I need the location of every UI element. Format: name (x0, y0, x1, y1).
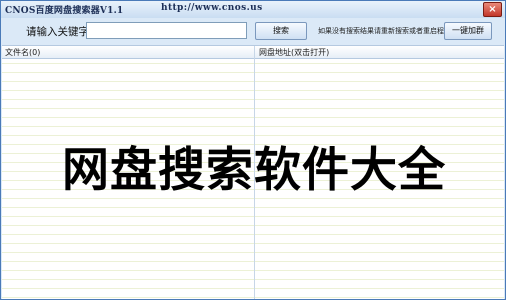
keyword-input[interactable] (86, 22, 247, 39)
overlay-caption: 网盘搜索软件大全 (62, 143, 446, 198)
column-header-filename[interactable]: 文件名(0) (5, 47, 40, 58)
close-button[interactable]: × (483, 2, 502, 17)
app-window: CNOS百度网盘搜索器V1.1 http://www.cnos.us × 请输入… (0, 0, 506, 300)
window-title: CNOS百度网盘搜索器V1.1 (5, 6, 124, 16)
hint-text: 如果没有搜索结果请重新搜索或者重启程序 (318, 27, 451, 35)
keyword-label: 请输入关键字: (26, 26, 93, 38)
column-header-url[interactable]: 网盘地址(双击打开) (259, 47, 329, 58)
title-bar[interactable]: CNOS百度网盘搜索器V1.1 http://www.cnos.us × (1, 1, 505, 19)
search-toolbar: 请输入关键字: 搜索 如果没有搜索结果请重新搜索或者重启程序 一键加群 (1, 18, 505, 45)
search-button[interactable]: 搜索 (255, 22, 307, 40)
website-url: http://www.cnos.us (161, 3, 263, 13)
close-icon: × (488, 4, 497, 15)
join-group-button[interactable]: 一键加群 (444, 22, 492, 40)
list-header: 文件名(0) 网盘地址(双击打开) (2, 46, 504, 59)
